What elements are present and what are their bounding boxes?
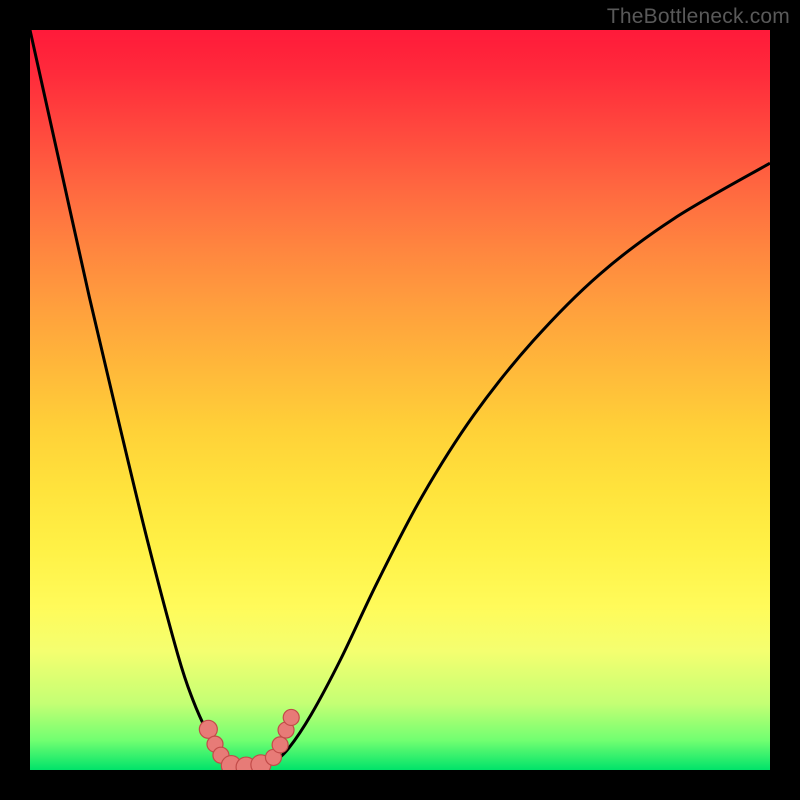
plot-area <box>30 30 770 770</box>
curve-markers <box>199 709 299 770</box>
curve-marker <box>283 709 299 725</box>
chart-svg <box>30 30 770 770</box>
chart-frame: TheBottleneck.com <box>0 0 800 800</box>
curve-marker <box>272 737 288 753</box>
watermark-text: TheBottleneck.com <box>607 5 790 29</box>
bottleneck-curve <box>30 30 770 767</box>
